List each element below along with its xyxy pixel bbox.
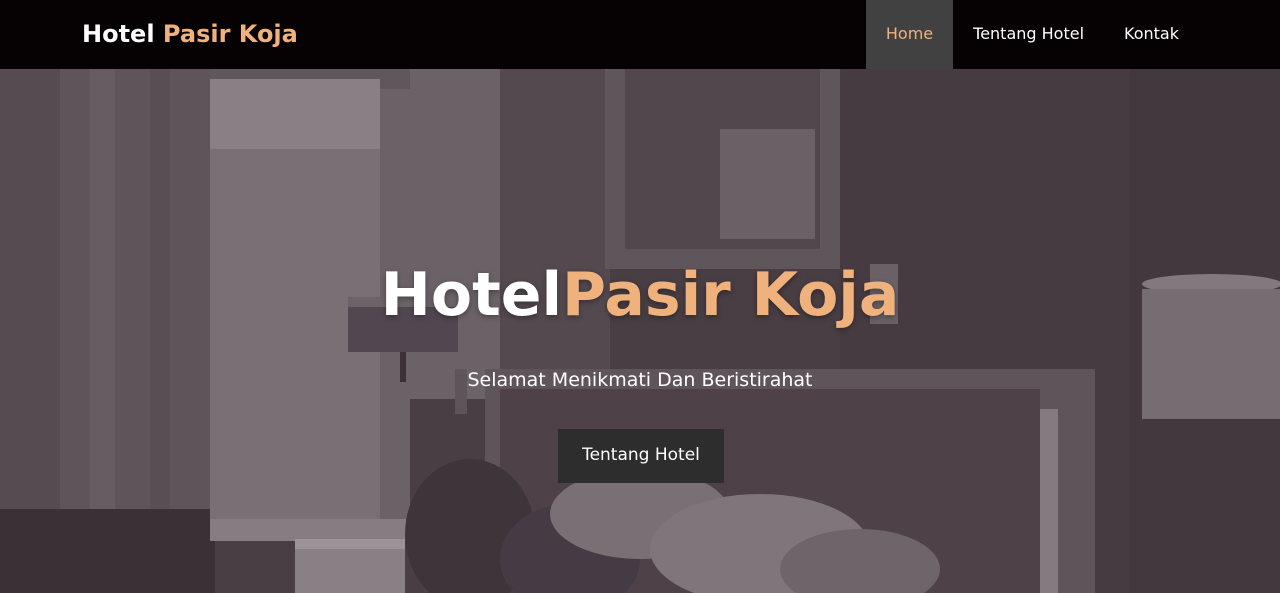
top-navbar: Hotel Pasir Koja Home Tentang Hotel Kont… [0,0,1280,69]
nav-item-tentang-hotel[interactable]: Tentang Hotel [953,0,1104,69]
hero-title-word-name: Pasir Koja [562,260,900,330]
nav-item-home[interactable]: Home [865,0,954,69]
tentang-hotel-button[interactable]: Tentang Hotel [558,429,724,483]
nav-item-kontak[interactable]: Kontak [1104,0,1280,69]
brand-word-hotel: Hotel [82,20,155,48]
brand-word-name: Pasir Koja [162,20,298,48]
brand-logo[interactable]: Hotel Pasir Koja [82,18,298,50]
hero-title-word-hotel: Hotel [380,260,563,330]
hero-section: HotelPasir Koja Selamat Menikmati Dan Be… [0,69,1280,593]
nav-menu: Home Tentang Hotel Kontak [865,0,1280,69]
hero-title: HotelPasir Koja [0,257,1280,333]
hero-subtitle: Selamat Menikmati Dan Beristirahat [467,369,813,391]
